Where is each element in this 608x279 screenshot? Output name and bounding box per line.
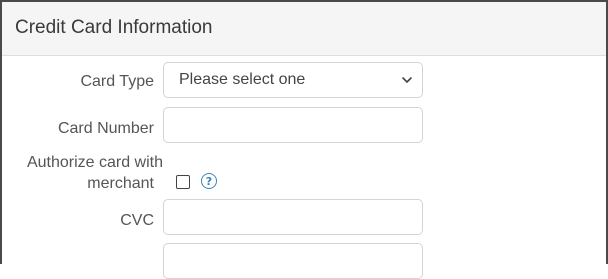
chevron-down-icon: [402, 77, 412, 83]
card-type-select[interactable]: Please select one: [163, 62, 423, 98]
card-type-label: Card Type: [80, 73, 154, 90]
card-number-input[interactable]: [163, 107, 423, 143]
authorize-label-line2: merchant: [87, 175, 154, 192]
panel-header: Credit Card Information: [2, 2, 606, 56]
credit-card-panel: Credit Card Information Card Type Please…: [0, 0, 608, 279]
help-icon[interactable]: ?: [201, 173, 217, 189]
authorize-label-line1: Authorize card with: [26, 154, 163, 171]
card-number-label: Card Number: [57, 120, 154, 137]
next-field-input[interactable]: [163, 243, 423, 279]
cvc-label: CVC: [120, 212, 154, 229]
authorize-checkbox[interactable]: [176, 175, 190, 189]
card-type-selected-value: Please select one: [179, 71, 306, 88]
cvc-input[interactable]: [163, 199, 423, 235]
panel-title: Credit Card Information: [15, 17, 213, 38]
